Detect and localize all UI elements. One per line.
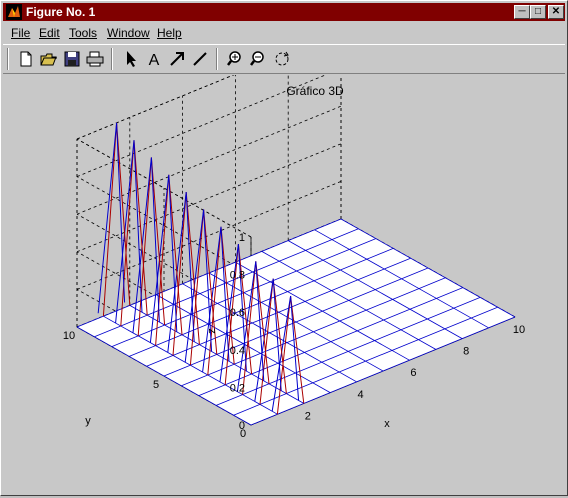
plot-area[interactable]: Gráfico 3D 0 0.2 0.4 0.6 0.8 1 2 4 6 8 10 0 5 10 x y z (3, 30, 565, 493)
y-axis-label: y (85, 415, 91, 427)
zoom-out-icon[interactable] (248, 48, 270, 70)
maximize-button[interactable]: □ (530, 5, 546, 19)
x-axis-label: x (384, 418, 390, 430)
z-axis-label: z (206, 328, 218, 334)
x-tick-label: 2 (305, 410, 311, 422)
y-tick-label: 0 (240, 428, 246, 440)
figure-window: Figure No. 1 ─ □ ✕ File Edit Tools Windo… (0, 0, 568, 496)
open-folder-icon[interactable] (38, 48, 60, 70)
z-tick-label: 0.6 (230, 307, 245, 319)
arrow-pointer-icon[interactable] (120, 48, 142, 70)
x-tick-label: 8 (463, 346, 469, 358)
x-tick-label: 10 (513, 324, 525, 336)
window-title: Figure No. 1 (26, 5, 96, 19)
maximize-icon: □ (534, 6, 542, 17)
menu-edit[interactable]: Edit (39, 26, 60, 40)
close-icon: ✕ (551, 6, 561, 17)
text-icon[interactable]: A (143, 48, 165, 70)
close-button[interactable]: ✕ (548, 5, 564, 19)
menu-help[interactable]: Help (157, 26, 182, 40)
matlab-logo-icon (6, 4, 22, 20)
menu-file[interactable]: File (11, 26, 30, 40)
minimize-icon: ─ (518, 6, 526, 17)
title-bar[interactable]: Figure No. 1 ─ □ ✕ (3, 3, 565, 21)
z-tick-label: 1 (239, 232, 245, 244)
menu-tools[interactable]: Tools (69, 26, 97, 40)
y-tick-label: 5 (153, 379, 159, 391)
toolbar-grip (7, 48, 9, 70)
menu-bar: File Edit Tools Window Help (3, 23, 565, 42)
z-tick-label: 0.8 (230, 270, 245, 282)
menu-window[interactable]: Window (107, 26, 150, 40)
rotate-3d-icon[interactable] (271, 48, 293, 70)
zoom-in-icon[interactable] (225, 48, 247, 70)
minimize-button[interactable]: ─ (514, 5, 530, 19)
y-tick-label: 10 (63, 330, 75, 342)
print-icon[interactable] (84, 48, 106, 70)
toolbar-separator (216, 48, 218, 70)
ridge-spike (97, 122, 126, 314)
line-icon[interactable] (189, 48, 211, 70)
toolbar: A (3, 44, 565, 74)
surface-plot[interactable]: Gráfico 3D 00.20.40.60.812468100510xyz (3, 30, 565, 493)
z-tick-label: 0.2 (230, 382, 245, 394)
x-tick-label: 6 (410, 367, 416, 379)
z-tick-label: 0.4 (230, 345, 245, 357)
toolbar-separator (111, 48, 113, 70)
x-tick-label: 4 (358, 389, 364, 401)
arrow-icon[interactable] (166, 48, 188, 70)
new-document-icon[interactable] (15, 48, 37, 70)
chart-title: Gráfico 3D (286, 84, 344, 98)
save-icon[interactable] (61, 48, 83, 70)
svg-text:A: A (149, 52, 160, 69)
